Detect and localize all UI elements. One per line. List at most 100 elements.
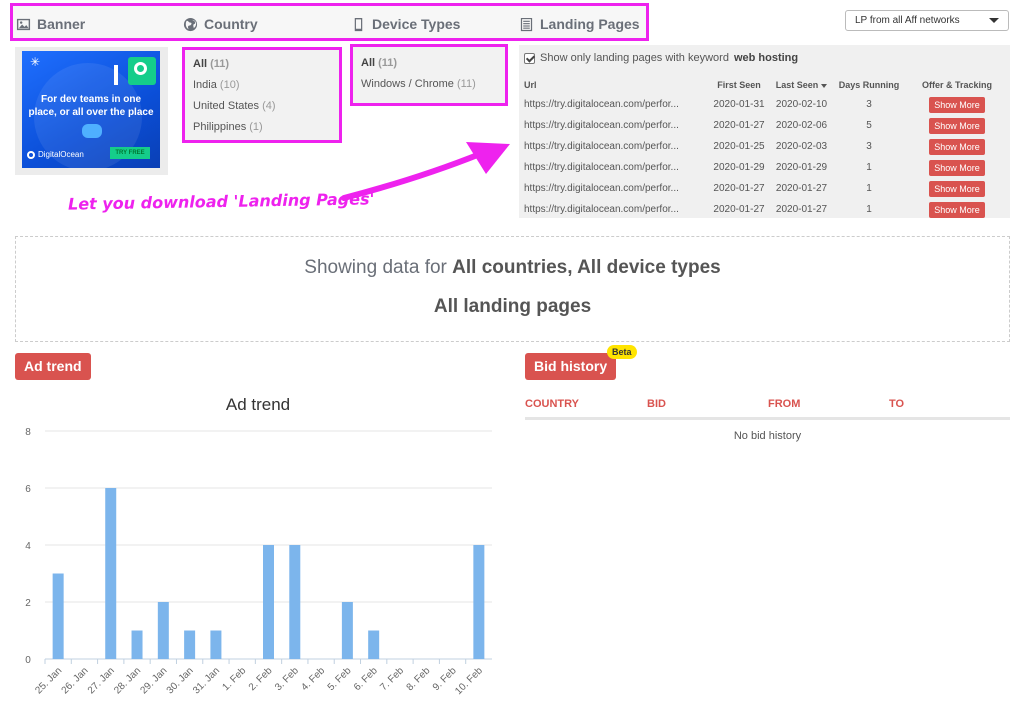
sort-desc-icon: [821, 83, 828, 88]
filter-count: (11): [456, 78, 476, 90]
x-tick-label: 29. Jan: [138, 665, 169, 696]
device-filter-item[interactable]: All (11): [361, 53, 505, 74]
network-select[interactable]: LP from all Aff networks: [845, 10, 1009, 31]
chart-bar: [184, 630, 196, 659]
url-cell[interactable]: https://try.digitalocean.com/perfor...: [519, 157, 709, 178]
y-tick-label: 2: [25, 598, 31, 609]
chart-bar: [289, 545, 301, 659]
tab-landing-pages[interactable]: Landing Pages: [519, 12, 640, 36]
banner-brand: DigitalOcean: [27, 150, 84, 159]
days-running-cell: 3: [866, 99, 872, 110]
keyword-checkbox-label: Show only landing pages with keyword: [540, 52, 729, 64]
url-cell[interactable]: https://try.digitalocean.com/perfor...: [519, 178, 709, 199]
filter-label: All: [193, 58, 208, 70]
table-row: https://try.digitalocean.com/perfor... 2…: [519, 136, 1010, 157]
chart-bar: [131, 630, 143, 659]
tab-device-types[interactable]: Device Types: [351, 12, 460, 36]
digitalocean-logo-icon: [27, 150, 35, 159]
show-more-button[interactable]: Show More: [929, 180, 985, 197]
last-seen-cell: 2020-01-29: [775, 162, 828, 173]
filter-count: (11): [378, 57, 398, 69]
url-cell[interactable]: https://try.digitalocean.com/perfor...: [519, 136, 709, 157]
list-icon: [520, 17, 533, 31]
keyword-filter[interactable]: Show only landing pages with keyword web…: [524, 52, 798, 64]
first-seen-cell: 2020-01-27: [713, 204, 765, 215]
country-filter-item[interactable]: United States (4): [193, 96, 339, 117]
ad-trend-button[interactable]: Ad trend: [15, 353, 91, 380]
keyword-value: web hosting: [733, 52, 799, 64]
column-header-first-seen[interactable]: First Seen: [709, 76, 769, 94]
column-header-country: COUNTRY: [525, 398, 579, 410]
column-header-label: Last Seen: [775, 80, 819, 90]
last-seen-cell: 2020-02-03: [775, 141, 828, 152]
tab-label: Banner: [37, 16, 86, 32]
zoom-icon[interactable]: [128, 57, 156, 85]
banner-cta: TRY FREE: [110, 147, 150, 159]
bid-history-button[interactable]: Bid history: [525, 353, 617, 380]
offer-cell: Show More: [904, 136, 1010, 157]
column-header-offer-tracking[interactable]: Offer & Tracking: [904, 76, 1010, 94]
annotation-text: Let you download 'Landing Pages': [67, 189, 375, 214]
x-tick-label: 26. Jan: [60, 665, 91, 696]
column-header-days-running[interactable]: Days Running: [834, 76, 904, 94]
show-more-button[interactable]: Show More: [929, 117, 985, 134]
filter-count: (11): [210, 58, 230, 70]
last-seen-cell: 2020-01-27: [775, 204, 828, 215]
show-more-button[interactable]: Show More: [929, 138, 985, 155]
table-row: https://try.digitalocean.com/perfor... 2…: [519, 199, 1010, 218]
last-seen-cell: 2020-02-06: [775, 120, 828, 131]
x-tick-label: 30. Jan: [165, 665, 196, 696]
show-more-button[interactable]: Show More: [929, 159, 985, 176]
x-tick-label: 7. Feb: [378, 665, 406, 693]
x-tick-label: 25. Jan: [33, 665, 64, 696]
table-header-row: Url First Seen Last Seen Days Running Of…: [519, 76, 1010, 94]
table-row: https://try.digitalocean.com/perfor... 2…: [519, 157, 1010, 178]
device-filter-item[interactable]: Windows / Chrome (11): [361, 74, 505, 95]
column-header-last-seen[interactable]: Last Seen: [769, 76, 834, 94]
chart-bar: [341, 602, 353, 659]
banner-image[interactable]: ✳ For dev teams in one place, or all ove…: [22, 51, 160, 168]
filter-count: (10): [219, 79, 240, 91]
country-filter-item[interactable]: India (10): [193, 75, 339, 96]
offer-cell: Show More: [904, 199, 1010, 218]
tab-banner[interactable]: Banner: [16, 12, 85, 36]
first-seen-cell: 2020-01-27: [713, 183, 765, 194]
tab-country[interactable]: Country: [183, 12, 258, 36]
beta-badge: Beta: [607, 345, 637, 359]
first-seen-cell: 2020-01-29: [713, 162, 765, 173]
landing-pages-panel: Show only landing pages with keyword web…: [519, 45, 1010, 218]
url-cell[interactable]: https://try.digitalocean.com/perfor...: [519, 199, 709, 218]
x-tick-label: 6. Feb: [352, 665, 380, 693]
x-tick-label: 5. Feb: [326, 665, 354, 693]
globe-icon: [183, 17, 198, 31]
y-tick-label: 8: [25, 427, 31, 438]
chart-bar: [368, 630, 380, 659]
offer-cell: Show More: [904, 115, 1010, 136]
tab-bar: Banner Country Device Types Landing Page…: [10, 3, 649, 41]
days-running-cell: 1: [866, 204, 872, 215]
country-filter-item[interactable]: All (11): [193, 54, 339, 75]
column-header-url[interactable]: Url: [519, 76, 709, 94]
offer-cell: Show More: [904, 157, 1010, 178]
keyword-checkbox[interactable]: [524, 52, 535, 64]
x-tick-label: 8. Feb: [405, 665, 433, 693]
offer-cell: Show More: [904, 94, 1010, 115]
column-header-bid: BID: [647, 398, 666, 410]
filter-label: India: [193, 79, 217, 91]
url-cell[interactable]: https://try.digitalocean.com/perfor...: [519, 115, 709, 136]
tab-label: Landing Pages: [540, 16, 640, 32]
chart-bar: [105, 488, 117, 659]
show-more-button[interactable]: Show More: [929, 201, 985, 218]
summary-selection: All countries, All device types: [452, 257, 721, 278]
show-more-button[interactable]: Show More: [929, 96, 985, 113]
image-icon: [16, 18, 31, 30]
summary-line: Showing data for All countries, All devi…: [16, 257, 1009, 279]
y-tick-label: 4: [25, 541, 31, 552]
banner-brand-text: DigitalOcean: [38, 150, 84, 159]
url-cell[interactable]: https://try.digitalocean.com/perfor...: [519, 94, 709, 115]
country-filter-item[interactable]: Philippines (1): [193, 117, 339, 138]
filter-count: (1): [249, 121, 263, 133]
column-header-to: TO: [889, 398, 905, 410]
filter-count: (4): [262, 100, 276, 112]
chart-bar: [157, 602, 169, 659]
